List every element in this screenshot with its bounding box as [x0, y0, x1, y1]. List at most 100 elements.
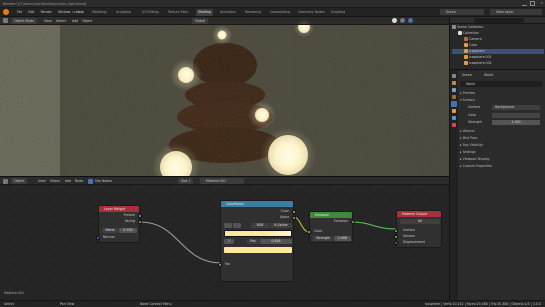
maximize-icon[interactable] — [530, 1, 535, 6]
editor-type-icon[interactable] — [3, 18, 8, 23]
node-menu-select[interactable]: Select — [50, 178, 60, 184]
slot-selector[interactable]: Slot 1 — [178, 178, 194, 184]
view-layer-selector[interactable]: View Layer — [490, 9, 542, 15]
socket-volume-in[interactable] — [394, 235, 398, 239]
node-editor[interactable]: Layer Weight Fresnel Facing Blend 0.700 … — [0, 185, 449, 300]
menu-window[interactable]: Window — [58, 8, 71, 16]
outliner-item-collection[interactable]: Collection — [452, 31, 544, 36]
scene-tab-icon[interactable] — [452, 95, 456, 99]
pos-field[interactable]: 0.618 — [260, 239, 292, 244]
socket-fac-in[interactable] — [218, 263, 222, 267]
node-editor-type-icon[interactable] — [3, 179, 8, 184]
color-swatch[interactable] — [492, 113, 540, 118]
outliner-item-camera[interactable]: Camera — [452, 37, 544, 42]
menu-render[interactable]: Render — [41, 8, 52, 16]
color-ramp-gradient[interactable] — [224, 230, 292, 237]
tab-animation[interactable]: Animation — [218, 9, 238, 16]
outliner-item-icosphere-002[interactable]: Icosphere.002 — [452, 61, 544, 66]
node-layer-weight[interactable]: Layer Weight Fresnel Facing Blend 0.700 … — [96, 205, 142, 243]
socket-color-out[interactable] — [292, 210, 296, 214]
node-material-output[interactable]: Material Output All Surface Volume Displ… — [394, 210, 442, 248]
menu-edit[interactable]: Edit — [28, 8, 34, 16]
panel-volume[interactable]: ▸ Volume — [460, 129, 544, 134]
viewport-menu-add[interactable]: Add — [72, 18, 78, 24]
use-nodes-checkbox[interactable] — [88, 179, 93, 184]
render-tab-icon[interactable] — [452, 81, 456, 85]
socket-alpha-out[interactable] — [292, 216, 296, 220]
blender-logo-icon[interactable] — [3, 9, 9, 15]
blend-field[interactable]: 0.700 — [119, 228, 137, 233]
tab-modeling[interactable]: Modeling — [90, 9, 109, 16]
mode-selector[interactable]: Object Mode — [11, 18, 38, 24]
world-name-value: World — [466, 82, 476, 86]
stop-index-field[interactable]: 1 — [224, 239, 234, 244]
panel-settings[interactable]: ▸ Settings — [460, 150, 544, 155]
outliner[interactable]: Scene Collection Collection Camera Cube … — [449, 17, 545, 69]
transform-orientation[interactable]: Global — [192, 18, 209, 24]
target-dropdown[interactable]: All — [400, 219, 440, 224]
rendered-shading-icon[interactable] — [408, 18, 413, 23]
shader-type-selector[interactable]: Object — [11, 178, 28, 184]
node-menu-view[interactable]: View — [38, 178, 46, 184]
solid-shading-icon[interactable] — [392, 18, 397, 23]
close-icon[interactable]: ✕ — [540, 0, 543, 7]
viewport-menu-select[interactable]: Select — [56, 18, 66, 24]
viewport-menu-object[interactable]: Object — [82, 18, 92, 24]
tab-compositing[interactable]: Compositing — [268, 9, 292, 16]
socket-emission-out[interactable] — [351, 220, 355, 224]
material-tab-icon[interactable] — [452, 123, 456, 127]
stop-color-swatch[interactable] — [224, 247, 292, 253]
color-mode-dropdown[interactable]: RGB — [251, 223, 269, 228]
surface-dropdown[interactable]: Background — [492, 105, 540, 110]
3d-viewport[interactable]: Object Mode View Select Add Object Globa… — [0, 17, 449, 176]
modifier-tab-icon[interactable] — [452, 116, 456, 120]
remove-stop-button[interactable] — [233, 223, 241, 228]
use-nodes-label: Use Nodes — [95, 179, 112, 183]
menu-file[interactable]: File — [17, 8, 22, 16]
tab-sculpting[interactable]: Sculpting — [114, 9, 133, 16]
socket-surface-in[interactable] — [394, 229, 398, 233]
tool-tab-icon[interactable] — [452, 74, 456, 78]
node-color-ramp[interactable]: ColorRamp Color Alpha RGB B-Spline 1 Pos… — [218, 200, 296, 282]
material-shading-icon[interactable] — [400, 18, 405, 23]
socket-fresnel-out[interactable] — [138, 214, 142, 218]
node-menu-add[interactable]: Add — [65, 178, 71, 184]
socket-emission-color-in[interactable] — [307, 230, 311, 234]
strength-field[interactable]: 1.000 — [492, 120, 540, 125]
tab-rendering[interactable]: Rendering — [243, 9, 263, 16]
interpolation-dropdown[interactable]: B-Spline — [270, 223, 292, 228]
outliner-item-icosphere-001[interactable]: Icosphere.001 — [452, 55, 544, 60]
panel-viewport-display[interactable]: ▸ Viewport Display — [460, 157, 544, 162]
tab-texture-paint[interactable]: Texture Paint — [166, 9, 191, 16]
tab-geometry-nodes[interactable]: Geometry Nodes — [296, 9, 327, 16]
object-tab-icon[interactable] — [452, 109, 456, 113]
panel-custom-properties[interactable]: ▸ Custom Properties — [460, 164, 544, 169]
node-menu-node[interactable]: Node — [75, 178, 83, 184]
output-tab-icon[interactable] — [452, 88, 456, 92]
socket-facing-out[interactable] — [138, 220, 142, 224]
panel-surface[interactable]: ▾ Surface — [460, 98, 544, 103]
node-emission[interactable]: Emission Emission Color Strength 1.000 — [307, 211, 355, 243]
tab-uv-editing[interactable]: UV Editing — [140, 9, 161, 16]
outliner-search-input[interactable] — [474, 18, 524, 23]
add-stop-button[interactable] — [224, 223, 232, 228]
outliner-scene-collection[interactable]: Scene Collection — [452, 25, 544, 30]
outliner-item-cube[interactable]: Cube — [452, 43, 544, 48]
outliner-item-icosphere[interactable]: Icosphere — [452, 49, 544, 54]
tab-shading[interactable]: Shading — [196, 9, 213, 16]
world-tab-icon[interactable] — [451, 101, 457, 107]
world-name-field[interactable]: World — [460, 81, 542, 87]
scene-selector[interactable]: Scene — [440, 9, 484, 15]
material-selector[interactable]: Material.001 — [200, 178, 244, 184]
minimize-icon[interactable] — [522, 1, 527, 6]
panel-preview[interactable]: ▸ Preview — [460, 91, 544, 96]
socket-normal-in[interactable] — [96, 236, 100, 240]
viewport-menu-view[interactable]: View — [44, 18, 52, 24]
socket-displacement-in[interactable] — [394, 241, 398, 245]
tab-layout[interactable]: Layout — [70, 9, 85, 16]
panel-mist-pass[interactable]: ▸ Mist Pass — [460, 136, 544, 141]
emission-strength-field[interactable]: 1.000 — [334, 236, 351, 241]
tab-scripting[interactable]: Scripting — [329, 9, 347, 16]
properties-editor[interactable]: Scene World World ▸ Preview ▾ Surface Su… — [449, 69, 545, 301]
panel-ray-visibility[interactable]: ▸ Ray Visibility — [460, 143, 544, 148]
